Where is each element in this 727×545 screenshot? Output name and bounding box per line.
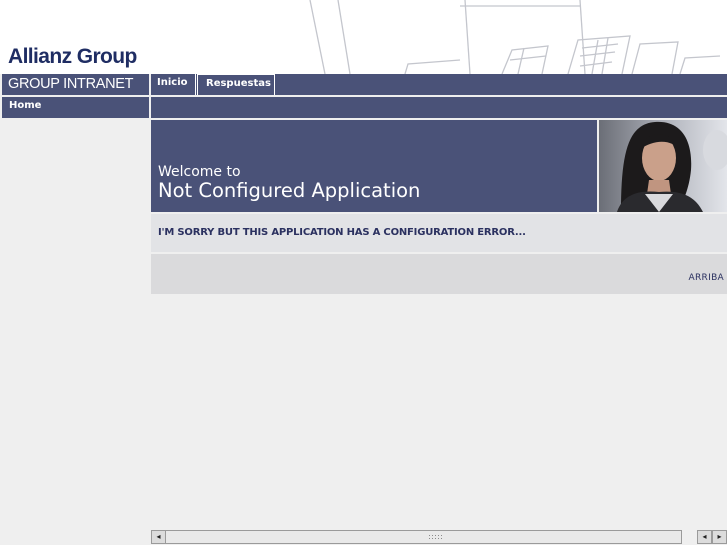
scroll-left-icon[interactable]: ◂	[698, 531, 712, 543]
sidebar-title: GROUP INTRANET	[2, 74, 149, 95]
scroll-buttons[interactable]: ◂ ▸	[697, 530, 727, 544]
scroll-left-icon[interactable]: ◂	[152, 531, 166, 543]
back-to-top-link[interactable]: ARRIBA	[689, 273, 724, 283]
scroll-right-icon[interactable]: ▸	[712, 531, 726, 543]
footer-bar: ARRIBA	[151, 254, 727, 294]
header-decorative-art	[309, 0, 721, 74]
sidebar-item-home[interactable]: Home	[2, 97, 149, 118]
tab-respuestas[interactable]: Respuestas	[197, 74, 275, 95]
grip-icon	[428, 534, 444, 540]
page-title: Not Configured Application	[158, 179, 421, 202]
error-message: I'M SORRY BUT THIS APPLICATION HAS A CON…	[158, 227, 526, 238]
tab-inicio[interactable]: Inicio	[151, 74, 196, 95]
welcome-banner: Welcome to Not Configured Application	[151, 120, 597, 212]
allianz-logo: Allianz Group	[8, 45, 137, 68]
scrollbar-thumb[interactable]	[166, 531, 681, 543]
header: Allianz Group	[0, 0, 727, 74]
sub-navigation-bar	[151, 97, 727, 118]
banner-photo	[599, 120, 727, 212]
woman-photo-image	[599, 120, 727, 212]
horizontal-scrollbar[interactable]: ◂	[151, 530, 682, 544]
welcome-text: Welcome to	[158, 164, 241, 180]
message-bar: I'M SORRY BUT THIS APPLICATION HAS A CON…	[151, 214, 727, 252]
